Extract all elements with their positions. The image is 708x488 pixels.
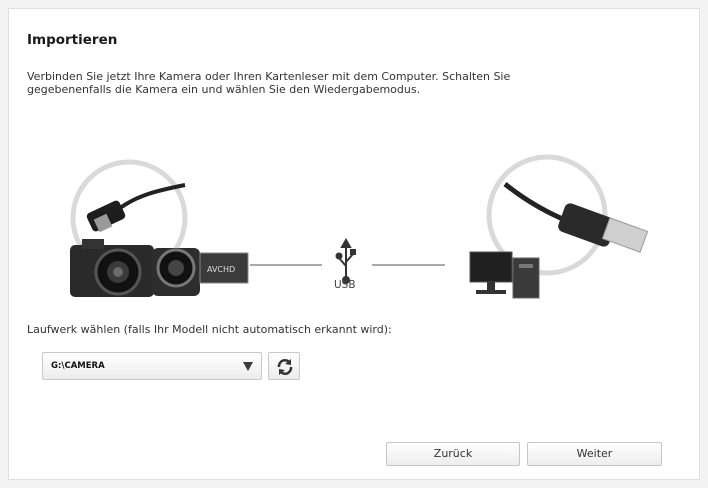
drive-select-value: G:\CAMERA: [51, 361, 105, 371]
usb-label: USB: [334, 279, 356, 291]
instructions-text: Verbinden Sie jetzt Ihre Kamera oder Ihr…: [27, 70, 511, 96]
back-button[interactable]: Zurück: [386, 442, 520, 466]
desktop-computer-icon: [469, 251, 540, 299]
page-title: Importieren: [27, 32, 118, 48]
refresh-icon: [277, 359, 293, 375]
camcorder-icon: AVCHD: [152, 248, 249, 296]
photo-camera-icon: [70, 239, 154, 297]
camcorder-badge: AVCHD: [207, 265, 235, 274]
chevron-down-icon: [243, 362, 253, 371]
usb-a-plug-icon: [486, 154, 649, 276]
refresh-button[interactable]: [268, 352, 300, 380]
next-button[interactable]: Weiter: [527, 442, 662, 466]
usb-symbol-icon: [335, 237, 356, 284]
drive-select[interactable]: G:\CAMERA: [42, 352, 262, 380]
drive-select-label: Laufwerk wählen (falls Ihr Modell nicht …: [27, 323, 392, 336]
